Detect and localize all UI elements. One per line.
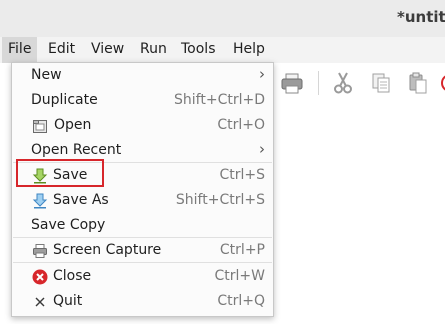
shortcut-label: Ctrl+P	[219, 242, 265, 258]
menu-run[interactable]: Run	[134, 37, 173, 63]
menu-item-label: Duplicate	[31, 92, 98, 108]
stop-button[interactable]	[438, 69, 445, 97]
menu-item-label: Quit	[53, 293, 83, 309]
title-bar: *untitl	[0, 0, 445, 37]
menu-item-label: Save	[53, 167, 88, 183]
scissors-icon	[334, 72, 352, 94]
print-button[interactable]	[279, 69, 305, 97]
copy-button[interactable]	[368, 69, 394, 97]
chevron-right-icon: ›	[259, 65, 265, 83]
menu-separator	[13, 162, 272, 163]
window-title: *untitl	[397, 8, 445, 26]
menu-item-save-as[interactable]: Save As Shift+Ctrl+S	[12, 189, 273, 213]
menu-item-label: Screen Capture	[53, 242, 162, 258]
menu-separator	[13, 262, 272, 263]
menu-item-screen-capture[interactable]: Screen Capture Ctrl+P	[12, 239, 273, 263]
close-circle-icon	[32, 269, 48, 285]
menu-bar: File Edit View Run Tools Help	[0, 37, 445, 63]
menu-item-save[interactable]: Save Ctrl+S	[12, 164, 273, 188]
chevron-right-icon: ›	[259, 140, 265, 158]
paste-icon	[409, 72, 427, 94]
shortcut-label: Shift+Ctrl+S	[175, 192, 265, 208]
menu-view[interactable]: View	[85, 37, 130, 63]
menu-item-quit[interactable]: Quit Ctrl+Q	[12, 290, 273, 314]
menu-edit[interactable]: Edit	[42, 37, 81, 63]
file-menu: New › Duplicate Shift+Ctrl+D Open Ctrl+O…	[11, 62, 274, 317]
close-x-icon	[32, 294, 48, 310]
shortcut-label: Ctrl+Q	[217, 293, 265, 309]
menu-item-open[interactable]: Open Ctrl+O	[12, 114, 273, 138]
shortcut-label: Ctrl+O	[217, 117, 265, 133]
menu-item-close[interactable]: Close Ctrl+W	[12, 265, 273, 289]
menu-item-new[interactable]: New ›	[12, 64, 273, 88]
menu-item-label: Save Copy	[31, 217, 106, 233]
save-arrow-icon	[32, 168, 48, 184]
cut-button[interactable]	[330, 69, 356, 97]
menu-item-save-copy[interactable]: Save Copy	[12, 214, 273, 238]
menu-item-label: Save As	[53, 192, 109, 208]
menu-help[interactable]: Help	[227, 37, 271, 63]
menu-file[interactable]: File	[2, 37, 38, 63]
menu-item-label: Open	[54, 117, 92, 133]
menu-item-label: Open Recent	[31, 142, 122, 158]
paste-button[interactable]	[405, 69, 431, 97]
menu-item-duplicate[interactable]: Duplicate Shift+Ctrl+D	[12, 89, 273, 113]
stop-icon	[441, 75, 445, 91]
save-as-arrow-icon	[32, 193, 48, 209]
menu-item-label: Close	[53, 268, 92, 284]
menu-item-label: New	[31, 67, 62, 83]
copy-icon	[372, 73, 390, 93]
shortcut-label: Ctrl+W	[214, 268, 265, 284]
printer-icon	[281, 73, 303, 94]
printer-icon	[32, 243, 48, 259]
menu-tools[interactable]: Tools	[175, 37, 222, 63]
folder-open-icon	[32, 118, 48, 134]
shortcut-label: Ctrl+S	[219, 167, 265, 183]
menu-item-open-recent[interactable]: Open Recent ›	[12, 139, 273, 163]
shortcut-label: Shift+Ctrl+D	[174, 92, 265, 108]
toolbar-separator	[318, 71, 319, 95]
menu-separator	[13, 237, 272, 238]
